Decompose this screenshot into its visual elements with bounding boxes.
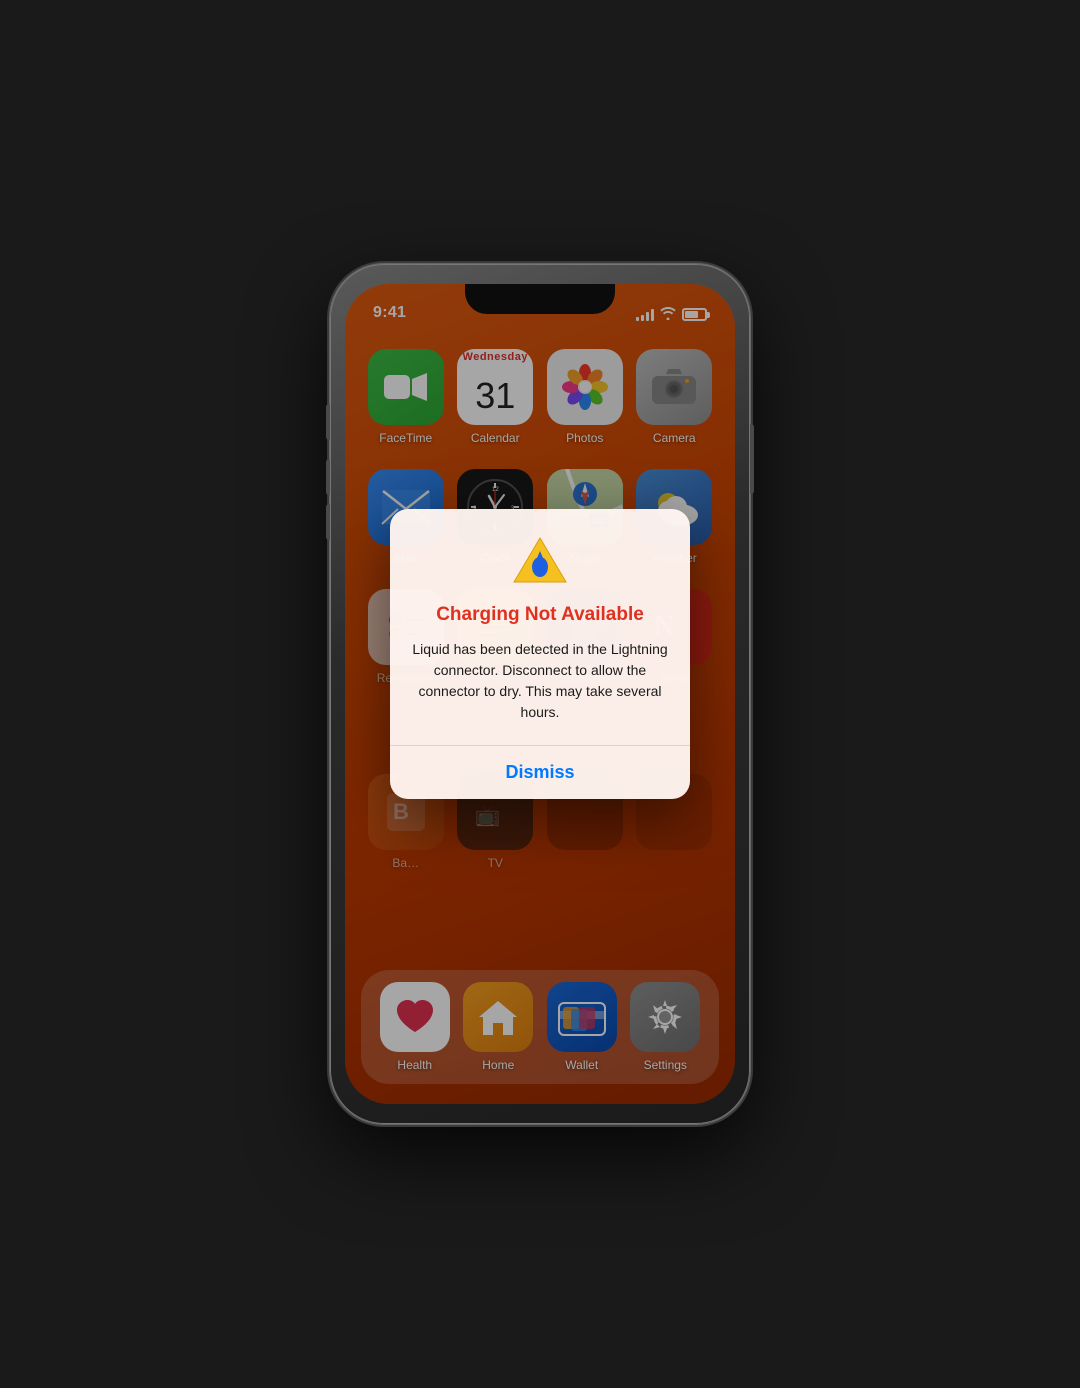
dismiss-button[interactable]: Dismiss bbox=[390, 746, 690, 799]
alert-warning-icon bbox=[412, 535, 668, 592]
phone-frame: 9:41 bbox=[330, 264, 750, 1124]
alert-title: Charging Not Available bbox=[412, 604, 668, 627]
alert-dialog: Charging Not Available Liquid has been d… bbox=[390, 509, 690, 799]
phone-screen: 9:41 bbox=[345, 284, 735, 1104]
alert-content: Charging Not Available Liquid has been d… bbox=[390, 509, 690, 745]
alert-overlay: Charging Not Available Liquid has been d… bbox=[345, 284, 735, 1104]
alert-message: Liquid has been detected in the Lightnin… bbox=[412, 639, 668, 723]
